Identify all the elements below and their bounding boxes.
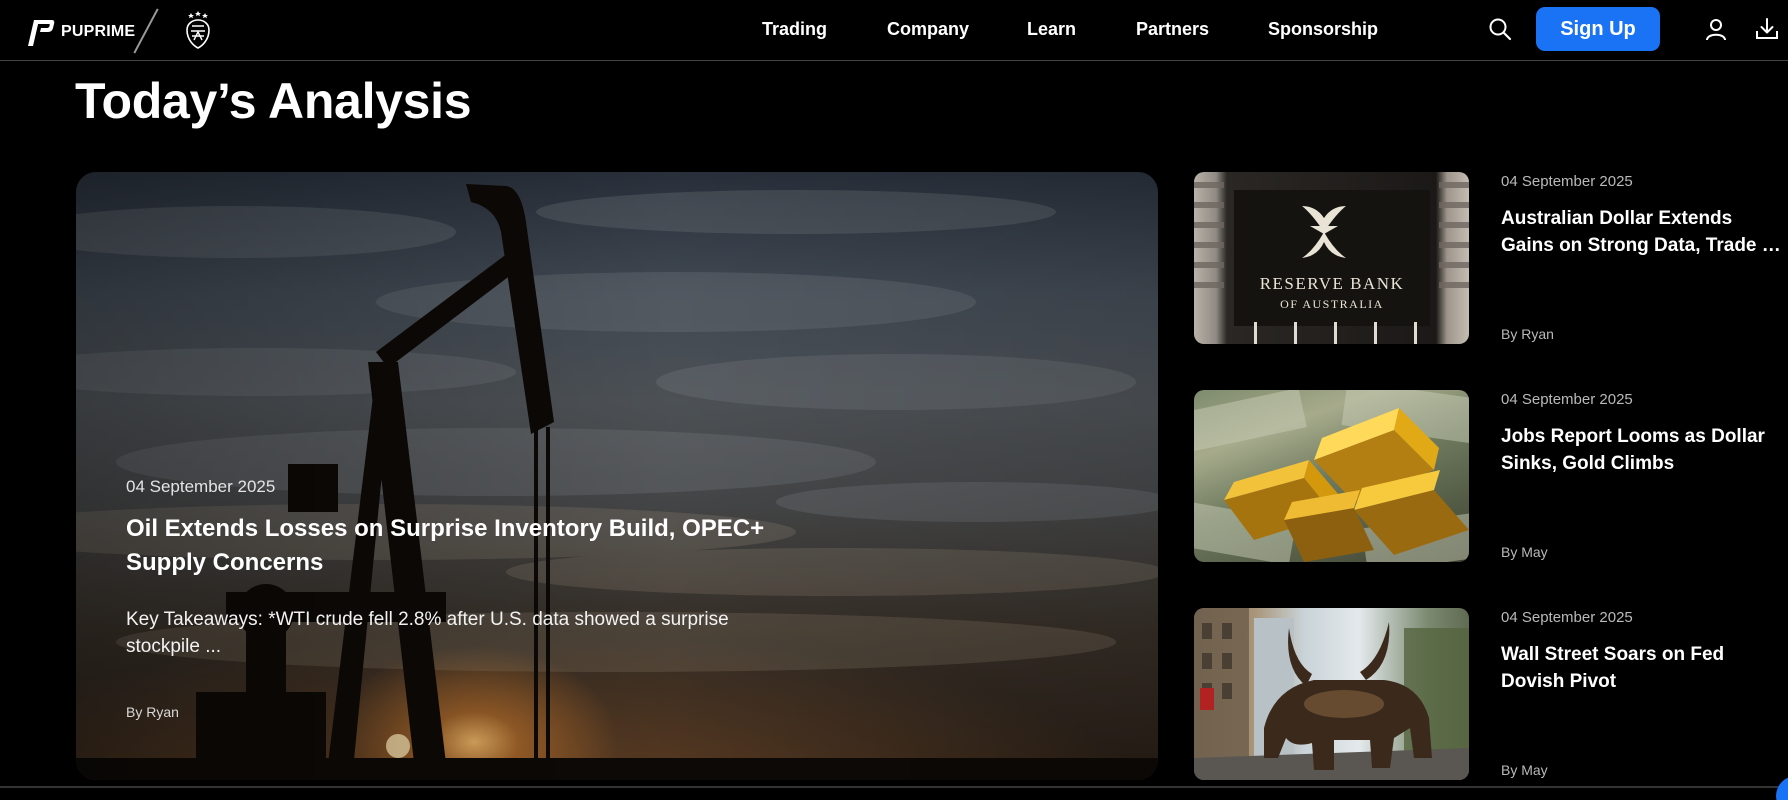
article-author: By May	[1501, 544, 1548, 560]
thumb-text-line-2: OF AUSTRALIA	[1280, 297, 1384, 311]
nav-sponsorship[interactable]: Sponsorship	[1268, 19, 1378, 40]
article-author: By May	[1501, 762, 1548, 778]
sponsor-crest-icon	[182, 10, 214, 50]
site-header: PUPRIME Trading Company Learn Partners S…	[0, 0, 1788, 61]
sign-up-button[interactable]: Sign Up	[1536, 7, 1660, 51]
brand-name: PUPRIME	[61, 23, 136, 40]
article-author: By Ryan	[1501, 326, 1554, 342]
nav-learn[interactable]: Learn	[1027, 19, 1076, 40]
nav-company[interactable]: Company	[887, 19, 969, 40]
article-title-line-2: Dovish Pivot	[1501, 671, 1617, 692]
article-title-line-1: Jobs Report Looms as Dollar	[1501, 426, 1765, 447]
article-thumbnail	[1194, 608, 1469, 780]
nav-trading[interactable]: Trading	[762, 19, 827, 40]
brand-logo[interactable]: PUPRIME	[24, 15, 135, 49]
featured-date: 04 September 2025	[126, 477, 276, 496]
search-icon[interactable]	[1488, 17, 1512, 41]
article-date: 04 September 2025	[1501, 173, 1633, 190]
article-title[interactable]: Australian Dollar Extends Gains on Stron…	[1501, 205, 1781, 259]
featured-excerpt: Key Takeaways: *WTI crude fell 2.8% afte…	[126, 609, 729, 657]
featured-overlay	[76, 172, 1158, 780]
article-thumbnail: RESERVE BANK OF AUSTRALIA	[1194, 172, 1469, 344]
article-date: 04 September 2025	[1501, 391, 1633, 408]
article-card-aud[interactable]: RESERVE BANK OF AUSTRALIA 04 September 2…	[1194, 172, 1788, 344]
featured-title[interactable]: Oil Extends Losses on Surprise Inventory…	[126, 512, 826, 580]
article-title-line-2: Gains on Strong Data, Trade Talks	[1501, 235, 1781, 256]
logo-divider	[133, 8, 159, 54]
article-title-line-1: Australian Dollar Extends	[1501, 208, 1733, 229]
download-icon[interactable]	[1754, 16, 1780, 42]
article-card-jobs[interactable]: 04 September 2025 Jobs Report Looms as D…	[1194, 390, 1788, 562]
article-title-line-1: Wall Street Soars on Fed	[1501, 644, 1725, 665]
article-title-line-2: Sinks, Gold Climbs	[1501, 453, 1675, 474]
puprime-logo-icon	[24, 16, 56, 48]
featured-article-card[interactable]: 04 September 2025 Oil Extends Losses on …	[76, 172, 1158, 780]
article-title[interactable]: Jobs Report Looms as Dollar Sinks, Gold …	[1501, 423, 1781, 477]
article-date: 04 September 2025	[1501, 609, 1633, 626]
article-thumbnail	[1194, 390, 1469, 562]
thumb-text-line-1: RESERVE BANK	[1260, 274, 1405, 293]
featured-author: By Ryan	[126, 704, 179, 720]
nav-partners[interactable]: Partners	[1136, 19, 1209, 40]
user-icon[interactable]	[1704, 17, 1728, 41]
bottom-divider	[0, 786, 1788, 788]
page-title: Today’s Analysis	[75, 73, 472, 129]
article-card-wall-street[interactable]: 04 September 2025 Wall Street Soars on F…	[1194, 608, 1788, 780]
article-title[interactable]: Wall Street Soars on Fed Dovish Pivot	[1501, 641, 1781, 695]
